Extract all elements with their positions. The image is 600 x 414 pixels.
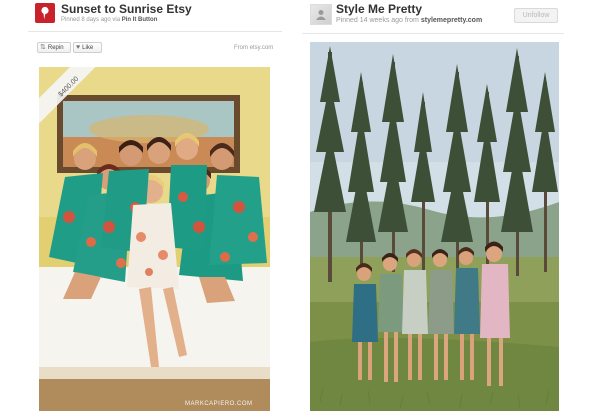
pin-source-link[interactable]: stylemepretty.com — [421, 17, 482, 24]
source-link[interactable]: From etsy.com — [234, 45, 273, 51]
repin-label: Repin — [47, 45, 64, 51]
pin-card-left: Sunset to Sunrise Etsy Pinned 8 days ago… — [28, 0, 282, 414]
user-meta: Pinned 14 weeks ago from stylemepretty.c… — [336, 17, 482, 24]
pin-board-icon[interactable] — [35, 3, 55, 23]
like-button[interactable]: ♥ Like — [73, 42, 102, 53]
user-name[interactable]: Style Me Pretty — [336, 2, 422, 16]
repin-button[interactable]: ⇅ Repin — [37, 42, 71, 53]
repin-icon: ⇅ — [40, 44, 46, 51]
like-label: Like — [82, 45, 94, 51]
pin-title[interactable]: Sunset to Sunrise Etsy — [61, 2, 192, 16]
unfollow-button[interactable]: Unfollow — [514, 8, 558, 23]
pin-meta: Pinned 8 days ago via Pin It Button — [61, 17, 157, 23]
pin-meta-text: Pinned 8 days ago via — [61, 17, 121, 23]
pin-image[interactable]: $400.00 MARKCAPIERO.COM — [39, 67, 270, 411]
pin-via-link[interactable]: Pin It Button — [122, 17, 158, 23]
user-avatar-icon — [316, 10, 326, 20]
header-divider — [28, 31, 282, 32]
photo-watermark: MARKCAPIERO.COM — [185, 401, 253, 407]
header-divider — [302, 33, 564, 34]
user-avatar[interactable] — [310, 4, 332, 25]
user-meta-text: Pinned 14 weeks ago from — [336, 17, 419, 24]
pin-image[interactable] — [310, 42, 559, 411]
pin-header: Sunset to Sunrise Etsy Pinned 8 days ago… — [28, 0, 282, 34]
heart-icon: ♥ — [76, 44, 81, 51]
pin-card-right: Style Me Pretty Pinned 14 weeks ago from… — [302, 0, 564, 414]
